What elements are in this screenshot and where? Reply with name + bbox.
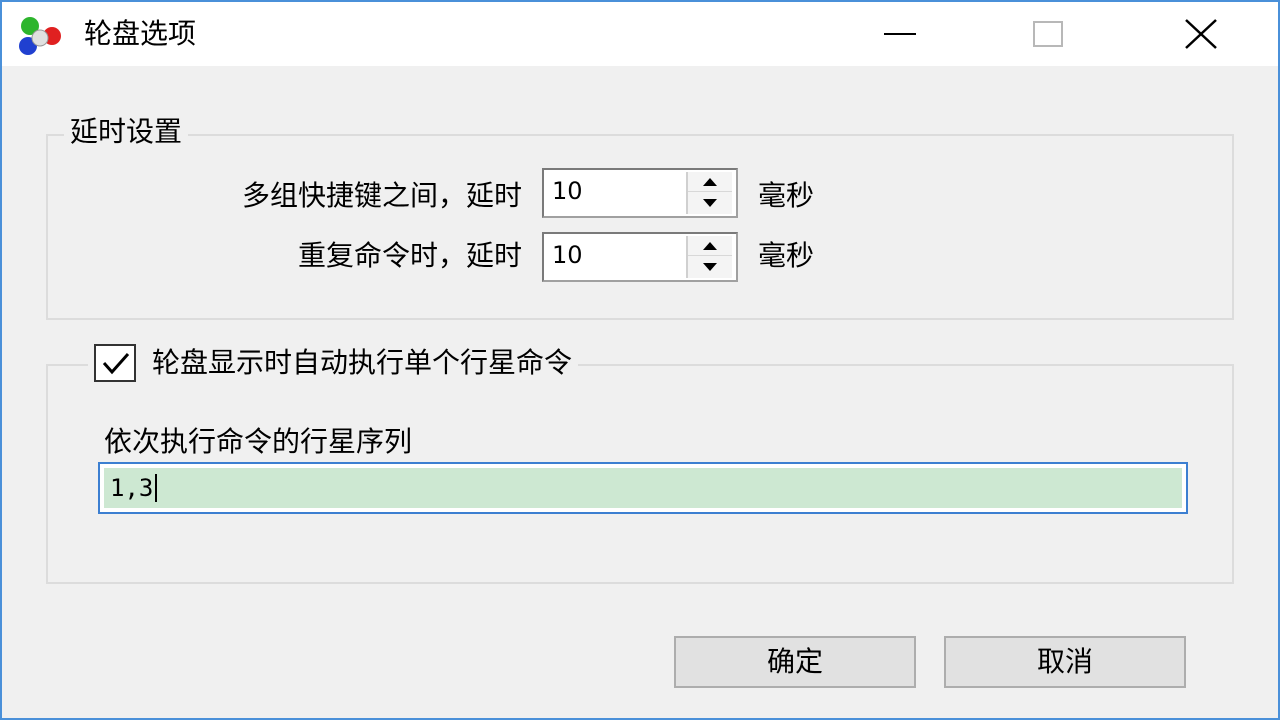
sequence-value: 1,3	[110, 474, 154, 502]
arrow-down-icon	[703, 263, 717, 271]
checkmark-icon	[102, 353, 130, 375]
cancel-button[interactable]: 取消	[944, 636, 1186, 688]
repeat-delay-label: 重复命令时，延时	[297, 239, 522, 272]
hotkey-delay-spin-buttons	[686, 172, 732, 214]
minimize-button[interactable]	[870, 10, 930, 58]
hotkey-delay-label: 多组快捷键之间，延时	[241, 179, 522, 212]
sequence-label: 依次执行命令的行星序列	[104, 425, 413, 458]
repeat-delay-spin-buttons	[686, 236, 732, 278]
sequence-input-text-area[interactable]: 1,3	[104, 468, 1182, 508]
sequence-input[interactable]: 1,3	[98, 462, 1188, 514]
ok-button[interactable]: 确定	[674, 636, 916, 688]
hotkey-delay-value[interactable]: 10	[552, 176, 583, 206]
hotkey-delay-increment[interactable]	[688, 172, 732, 192]
auto-execute-legend[interactable]: 轮盘显示时自动执行单个行星命令	[88, 344, 579, 382]
text-caret	[155, 474, 158, 502]
repeat-delay-spinner[interactable]: 10	[542, 232, 738, 282]
arrow-up-icon	[703, 241, 717, 250]
delay-settings-group	[46, 134, 1234, 320]
repeat-delay-value[interactable]: 10	[552, 240, 583, 270]
hotkey-delay-unit: 毫秒	[758, 179, 815, 212]
close-button[interactable]	[1172, 10, 1232, 58]
app-icon	[19, 17, 61, 55]
close-icon	[1185, 19, 1217, 49]
minimize-icon	[884, 33, 916, 35]
repeat-delay-increment[interactable]	[688, 236, 732, 256]
delay-settings-legend: 延时设置	[64, 114, 189, 150]
auto-execute-checkbox[interactable]	[94, 344, 136, 382]
hotkey-delay-spinner[interactable]: 10	[542, 168, 738, 218]
options-dialog: 轮盘选项 延时设置 多组快捷键之间，延时 10 毫秒 重复命令时，延时 10 毫…	[0, 0, 1280, 720]
auto-execute-label[interactable]: 轮盘显示时自动执行单个行星命令	[152, 345, 572, 381]
maximize-button[interactable]	[1018, 10, 1078, 58]
hotkey-delay-decrement[interactable]	[688, 193, 732, 213]
maximize-icon	[1033, 21, 1063, 47]
title-bar[interactable]: 轮盘选项	[2, 2, 1278, 66]
arrow-up-icon	[703, 177, 717, 186]
repeat-delay-decrement[interactable]	[688, 257, 732, 277]
window-title: 轮盘选项	[84, 17, 197, 50]
arrow-down-icon	[703, 199, 717, 207]
repeat-delay-unit: 毫秒	[758, 239, 815, 272]
